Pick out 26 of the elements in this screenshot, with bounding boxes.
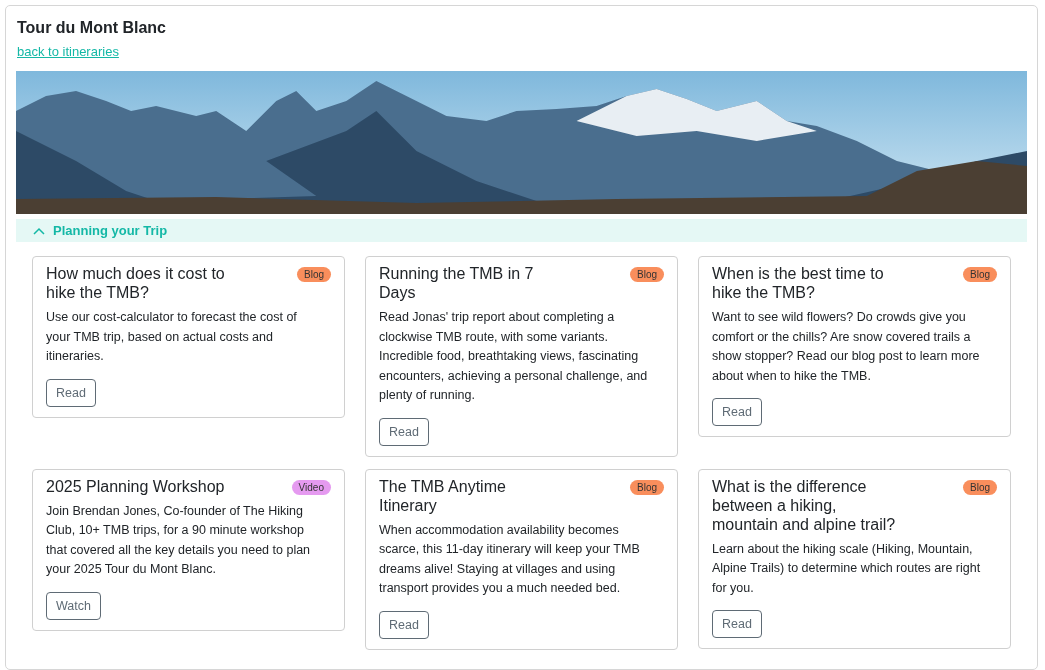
card-title: 2025 Planning Workshop: [46, 476, 225, 496]
card-title: Running the TMB in 7 Days: [379, 264, 534, 302]
card-button[interactable]: Read: [379, 417, 429, 446]
category-tag: Blog: [963, 267, 997, 282]
card-description: Use our cost-calculator to forecast the cost of your TMB trip, based on actual costs and itineraries.: [46, 309, 298, 365]
category-tag: Video: [291, 479, 331, 495]
card-button[interactable]: Read: [712, 398, 762, 426]
card-button[interactable]: Watch: [46, 591, 101, 620]
category-tag: Blog: [630, 267, 664, 282]
card-title: What is the difference between a hiking, mountain and alpine trail?: [712, 476, 896, 534]
category-tag: Blog: [963, 479, 997, 495]
category-tag: Blog: [630, 479, 664, 495]
card-description: Learn about the hiking scale (Hiking, Mountain, Alpine Trails) to determine which routes are right for you.: [712, 540, 982, 597]
card-title: When is the best time to hike the TMB?: [712, 264, 884, 302]
card-button[interactable]: Read: [379, 610, 429, 639]
card-description: Join Brendan Jones, Co-founder of The Hiking Club, 10+ TMB trips, for a 90 minute workshop that covered all the key details you need to plan your 2025 Tour du Mont Blanc.: [46, 502, 312, 578]
card-description: When accommodation availability becomes scarce, this 11-day itinerary will keep your TMB dreams alive! Staying at villages and using transport provides you a much needed bed.: [379, 521, 641, 597]
card-description: Want to see wild flowers? Do crowds give you comfort or the chills? Are snow covered trails a show stopper? Read our blog post to learn more about when to hike the TMB.: [712, 309, 981, 385]
section-title: Planning your Trip: [53, 223, 168, 238]
card-title: The TMB Anytime Itinerary: [379, 476, 506, 515]
card-title: How much does it cost to hike the TMB?: [46, 264, 225, 302]
card-button[interactable]: Read: [712, 610, 762, 638]
page-title: Tour du Mont Blanc: [17, 18, 167, 38]
card-description: Read Jonas' trip report about completing a clockwise TMB route, with some variants. Incredible food, breathtaking views, fascinating encounters, achieving a personal challenge, and plenty of running.: [379, 309, 649, 404]
card-button[interactable]: Read: [46, 378, 96, 407]
category-tag: Blog: [297, 267, 331, 282]
